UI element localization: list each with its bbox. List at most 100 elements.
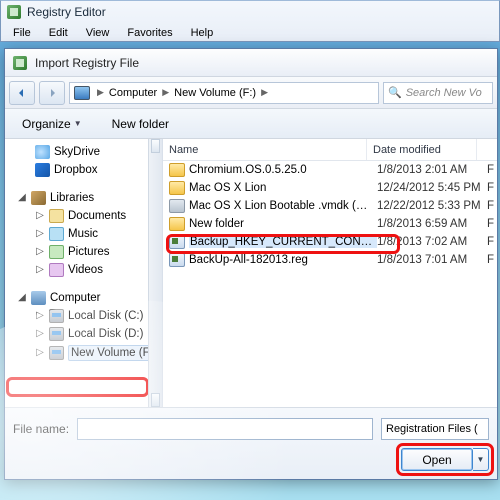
open-dropdown-button[interactable]: ▼: [473, 448, 489, 471]
sidebar-item-skydrive[interactable]: SkyDrive: [9, 143, 162, 161]
sidebar-scrollbar[interactable]: [148, 139, 162, 407]
file-name: Mac OS X Lion: [189, 182, 377, 194]
regedit-titlebar: Registry Editor: [1, 1, 499, 23]
expand-icon[interactable]: ▷: [35, 329, 45, 339]
breadcrumb[interactable]: ▶ Computer ▶ New Volume (F:) ▶: [69, 82, 379, 104]
music-icon: [49, 227, 64, 241]
drive-icon: [49, 346, 64, 360]
expand-icon[interactable]: ▷: [35, 229, 45, 239]
file-header[interactable]: Name Date modified: [163, 139, 497, 161]
file-name: New folder: [189, 218, 377, 230]
column-date[interactable]: Date modified: [367, 139, 477, 160]
import-dialog: Import Registry File ▶ Computer ▶ New Vo…: [4, 48, 498, 480]
sidebar-item-drive-f[interactable]: ▷New Volume (F:): [9, 343, 162, 363]
breadcrumb-root[interactable]: Computer: [109, 87, 157, 99]
file-type: F: [487, 236, 494, 248]
sidebar-item-music[interactable]: ▷Music: [9, 225, 162, 243]
sidebar-item-videos[interactable]: ▷Videos: [9, 261, 162, 279]
dialog-titlebar[interactable]: Import Registry File: [5, 49, 497, 77]
regedit-menubar[interactable]: File Edit View Favorites Help: [1, 23, 499, 43]
file-row[interactable]: Backup_HKEY_CURRENT_CONFIG.reg1/8/2013 7…: [163, 233, 497, 251]
menu-edit[interactable]: Edit: [41, 26, 76, 40]
folder-icon: [169, 217, 185, 231]
dropbox-icon: [35, 163, 50, 177]
file-pane[interactable]: Name Date modified Chromium.OS.0.5.25.01…: [163, 139, 497, 407]
open-button[interactable]: Open: [401, 448, 473, 471]
filename-input[interactable]: [77, 418, 373, 440]
file-type: F: [487, 182, 494, 194]
file-date: 1/8/2013 7:01 AM: [377, 254, 487, 266]
file-row[interactable]: Chromium.OS.0.5.25.01/8/2013 2:01 AMF: [163, 161, 497, 179]
sidebar-item-pictures[interactable]: ▷Pictures: [9, 243, 162, 261]
expand-icon[interactable]: ▷: [35, 211, 45, 221]
folder-icon: [169, 181, 185, 195]
file-row[interactable]: New folder1/8/2013 6:59 AMF: [163, 215, 497, 233]
expand-icon[interactable]: ▷: [35, 265, 45, 275]
sidebar-item-documents[interactable]: ▷Documents: [9, 207, 162, 225]
regedit-window: Registry Editor File Edit View Favorites…: [0, 0, 500, 42]
expand-icon[interactable]: ▷: [35, 348, 45, 358]
menu-view[interactable]: View: [78, 26, 118, 40]
organize-button[interactable]: Organize ▼: [13, 113, 93, 135]
file-type: F: [487, 218, 494, 230]
chevron-right-icon: ▶: [160, 87, 171, 98]
reg-file-icon: [169, 235, 185, 249]
documents-icon: [49, 209, 64, 223]
sidebar-item-drive-c[interactable]: ▷Local Disk (C:): [9, 307, 162, 325]
computer-icon: [31, 291, 46, 305]
nav-back-button[interactable]: [9, 81, 35, 105]
filetype-filter[interactable]: Registration Files (: [381, 418, 489, 440]
reg-file-icon: [169, 253, 185, 267]
libraries-icon: [31, 191, 46, 205]
search-input[interactable]: 🔍 Search New Vo: [383, 82, 493, 104]
file-name: Backup_HKEY_CURRENT_CONFIG.reg: [189, 236, 377, 248]
file-row[interactable]: BackUp-All-182013.reg1/8/2013 7:01 AMF: [163, 251, 497, 269]
new-folder-button[interactable]: New folder: [103, 113, 180, 135]
file-row[interactable]: Mac OS X Lion Bootable .vmdk (For VMw...…: [163, 197, 497, 215]
sidebar-group-libraries[interactable]: ◢Libraries: [9, 189, 162, 207]
expand-icon[interactable]: ▷: [35, 311, 45, 321]
file-date: 12/22/2012 5:33 PM: [377, 200, 487, 212]
sidebar-item-drive-d[interactable]: ▷Local Disk (D:): [9, 325, 162, 343]
dialog-title: Import Registry File: [35, 56, 139, 70]
file-type: F: [487, 200, 494, 212]
skydrive-icon: [35, 145, 50, 159]
search-icon: 🔍: [388, 86, 402, 99]
file-type: F: [487, 254, 494, 266]
file-date: 1/8/2013 7:02 AM: [377, 236, 487, 248]
chevron-right-icon: ▶: [259, 87, 270, 98]
file-name: Chromium.OS.0.5.25.0: [189, 164, 377, 176]
chevron-down-icon: ▼: [74, 119, 82, 128]
nav-forward-button: [39, 81, 65, 105]
pictures-icon: [49, 245, 64, 259]
file-date: 1/8/2013 2:01 AM: [377, 164, 487, 176]
sidebar-item-dropbox[interactable]: Dropbox: [9, 161, 162, 179]
file-date: 1/8/2013 6:59 AM: [377, 218, 487, 230]
sidebar[interactable]: SkyDrive Dropbox ◢Libraries ▷Documents ▷…: [5, 139, 163, 407]
computer-icon: [74, 86, 90, 100]
file-name: BackUp-All-182013.reg: [189, 254, 377, 266]
filename-label: File name:: [13, 422, 69, 436]
sidebar-group-computer[interactable]: ◢Computer: [9, 289, 162, 307]
menu-favorites[interactable]: Favorites: [119, 26, 180, 40]
regedit-icon: [7, 5, 21, 19]
dialog-toolbar: Organize ▼ New folder: [5, 109, 497, 139]
menu-file[interactable]: File: [5, 26, 39, 40]
file-icon: [169, 199, 185, 213]
collapse-icon[interactable]: ◢: [17, 193, 27, 203]
folder-icon: [169, 163, 185, 177]
file-type: F: [487, 164, 494, 176]
menu-help[interactable]: Help: [183, 26, 222, 40]
annotation-highlight: [6, 377, 149, 397]
drive-icon: [49, 327, 64, 341]
breadcrumb-drive[interactable]: New Volume (F:): [174, 87, 256, 99]
file-row[interactable]: Mac OS X Lion12/24/2012 5:45 PMF: [163, 179, 497, 197]
file-name: Mac OS X Lion Bootable .vmdk (For VMw...: [189, 200, 377, 212]
regedit-title-text: Registry Editor: [27, 5, 106, 19]
collapse-icon[interactable]: ◢: [17, 293, 27, 303]
dialog-icon: [13, 56, 27, 70]
file-date: 12/24/2012 5:45 PM: [377, 182, 487, 194]
dialog-bottom-bar: File name: Registration Files ( Open ▼: [5, 407, 497, 479]
column-name[interactable]: Name: [163, 139, 367, 160]
expand-icon[interactable]: ▷: [35, 247, 45, 257]
